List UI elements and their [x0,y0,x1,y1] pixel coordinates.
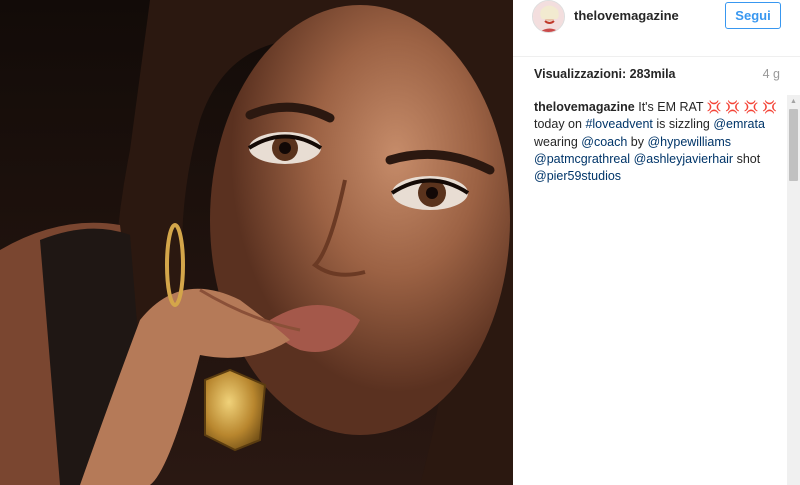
caption: thelovemagazine It's EM RAT 💢 💢 💢 💢 toda… [534,99,786,185]
anger-emoji: 💢 [743,100,759,114]
mention-link[interactable]: @emrata [713,117,765,131]
caption-text: It's EM RAT [638,100,704,114]
comments-panel: thelovemagazine It's EM RAT 💢 💢 💢 💢 toda… [513,95,800,485]
scroll-up-arrow-icon[interactable]: ▲ [787,95,800,108]
username-link[interactable]: thelovemagazine [574,8,679,23]
hashtag-link[interactable]: #loveadvent [585,117,652,131]
caption-text: by [630,134,644,149]
post-image [0,0,513,485]
avatar-image [533,1,564,32]
mention-link[interactable]: @patmcgrathreal [534,152,630,166]
mention-link[interactable]: @ashleyjavierhair [634,152,734,166]
anger-emoji: 💢 [762,100,778,114]
post-stats: Visualizzazioni: 283mila 4 g [513,57,800,90]
post-header: thelovemagazine Segui [513,0,800,57]
post-age[interactable]: 4 g [763,67,780,81]
anger-emoji: 💢 [725,100,741,114]
mention-link[interactable]: @pier59studios [534,169,621,183]
post-photo[interactable] [0,0,513,485]
caption-text: shot [736,151,761,166]
scroll-thumb[interactable] [789,109,798,181]
post-sidebar: thelovemagazine Segui Visualizzazioni: 2… [513,0,800,485]
anger-emoji: 💢 [706,100,722,114]
mention-link[interactable]: @coach [581,135,627,149]
comments-scrollbar[interactable]: ▲ [787,95,800,485]
caption-text: today on [534,117,582,132]
caption-author[interactable]: thelovemagazine [534,100,635,114]
caption-text: wearing [534,134,578,149]
mention-link[interactable]: @hypewilliams [647,135,731,149]
caption-text: is sizzling [656,117,710,132]
views-count: Visualizzazioni: 283mila [534,67,676,81]
follow-button[interactable]: Segui [725,2,781,29]
avatar[interactable] [532,0,565,33]
